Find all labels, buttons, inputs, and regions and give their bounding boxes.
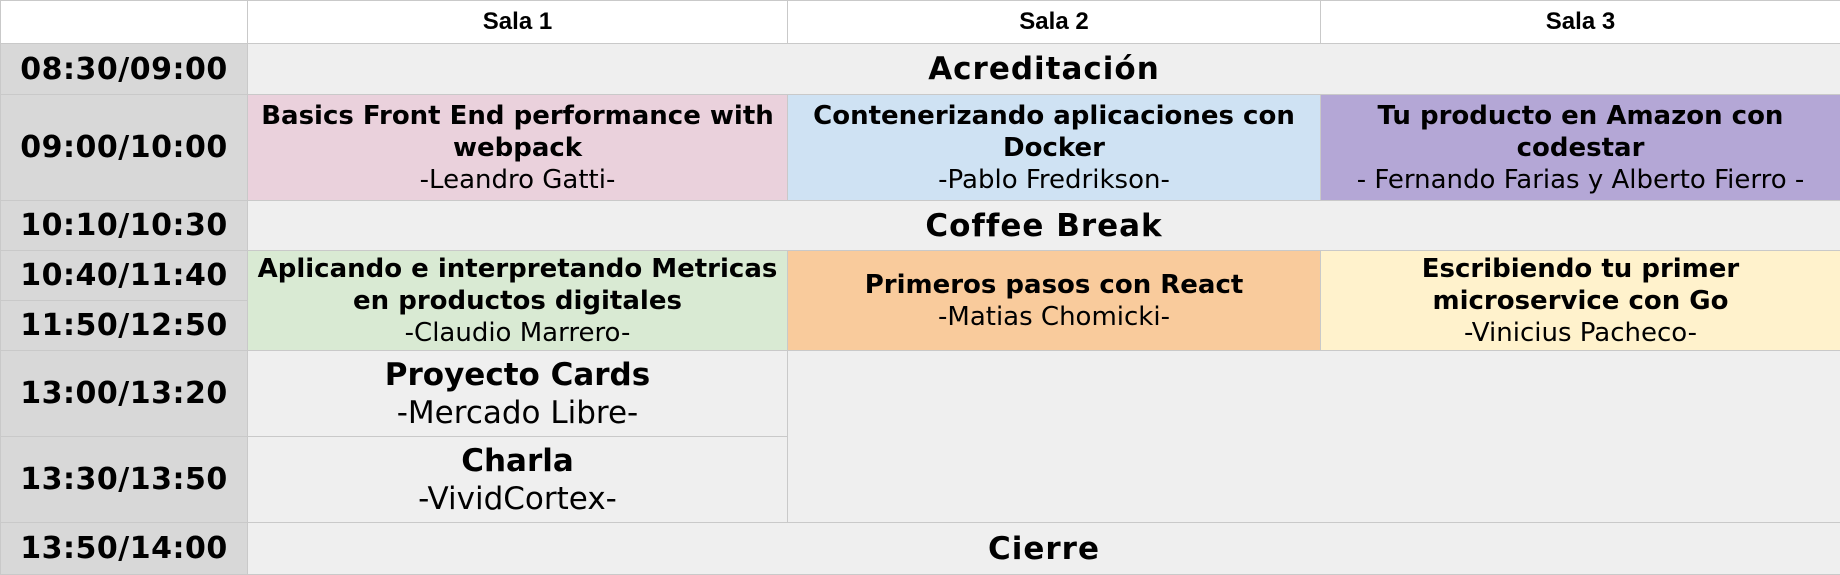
corner-cell — [1, 1, 248, 44]
talk-speaker: -Leandro Gatti- — [252, 164, 783, 196]
row-session-1: 09:00/10:00 Basics Front End performance… — [1, 95, 1840, 201]
talk-cell: Aplicando e interpretando Metricas en pr… — [248, 251, 788, 351]
talk-title: Escribiendo tu primer microservice con G… — [1325, 253, 1836, 317]
talk-cell: Basics Front End performance with webpac… — [248, 95, 788, 201]
time-slot: 13:50/14:00 — [1, 523, 248, 575]
cierre-cell: Cierre — [248, 523, 1840, 575]
time-slot: 10:10/10:30 — [1, 201, 248, 251]
empty-slot — [788, 351, 1840, 523]
talk-cell: Charla -VividCortex- — [248, 437, 788, 523]
talk-cell: Tu producto en Amazon con codestar - Fer… — [1321, 95, 1840, 201]
time-slot: 13:30/13:50 — [1, 437, 248, 523]
talk-speaker: -Vinicius Pacheco- — [1325, 317, 1836, 349]
talk-title: Tu producto en Amazon con codestar — [1325, 100, 1836, 164]
talk-speaker: - Fernando Farias y Alberto Fierro - — [1325, 164, 1836, 196]
talk-speaker: -Matias Chomicki- — [792, 301, 1316, 333]
row-coffee: 10:10/10:30 Coffee Break — [1, 201, 1840, 251]
row-session-2a: 10:40/11:40 Aplicando e interpretando Me… — [1, 251, 1840, 301]
talk-cell: Primeros pasos con React -Matias Chomick… — [788, 251, 1321, 351]
talk-title: Contenerizando aplicaciones con Docker — [792, 100, 1316, 164]
time-slot: 08:30/09:00 — [1, 44, 248, 95]
time-slot: 09:00/10:00 — [1, 95, 248, 201]
row-cierre: 13:50/14:00 Cierre — [1, 523, 1840, 575]
time-slot: 11:50/12:50 — [1, 301, 248, 351]
talk-cell: Escribiendo tu primer microservice con G… — [1321, 251, 1840, 351]
talk-speaker: -VividCortex- — [252, 480, 783, 518]
talk-speaker: -Mercado Libre- — [252, 394, 783, 432]
talk-cell: Contenerizando aplicaciones con Docker -… — [788, 95, 1321, 201]
room-header-1: Sala 1 — [248, 1, 788, 44]
talk-speaker: -Claudio Marrero- — [252, 317, 783, 349]
header-row: Sala 1 Sala 2 Sala 3 — [1, 1, 1840, 44]
talk-title: Charla — [252, 442, 783, 480]
room-header-2: Sala 2 — [788, 1, 1321, 44]
schedule-table: Sala 1 Sala 2 Sala 3 08:30/09:00 Acredit… — [0, 0, 1840, 575]
row-session-3a: 13:00/13:20 Proyecto Cards -Mercado Libr… — [1, 351, 1840, 437]
talk-title: Primeros pasos con React — [792, 269, 1316, 301]
acreditacion-cell: Acreditación — [248, 44, 1840, 95]
talk-title: Aplicando e interpretando Metricas en pr… — [252, 253, 783, 317]
talk-cell: Proyecto Cards -Mercado Libre- — [248, 351, 788, 437]
talk-title: Proyecto Cards — [252, 356, 783, 394]
time-slot: 13:00/13:20 — [1, 351, 248, 437]
talk-title: Basics Front End performance with webpac… — [252, 100, 783, 164]
row-acreditacion: 08:30/09:00 Acreditación — [1, 44, 1840, 95]
time-slot: 10:40/11:40 — [1, 251, 248, 301]
room-header-3: Sala 3 — [1321, 1, 1840, 44]
talk-speaker: -Pablo Fredrikson- — [792, 164, 1316, 196]
coffee-break-cell: Coffee Break — [248, 201, 1840, 251]
